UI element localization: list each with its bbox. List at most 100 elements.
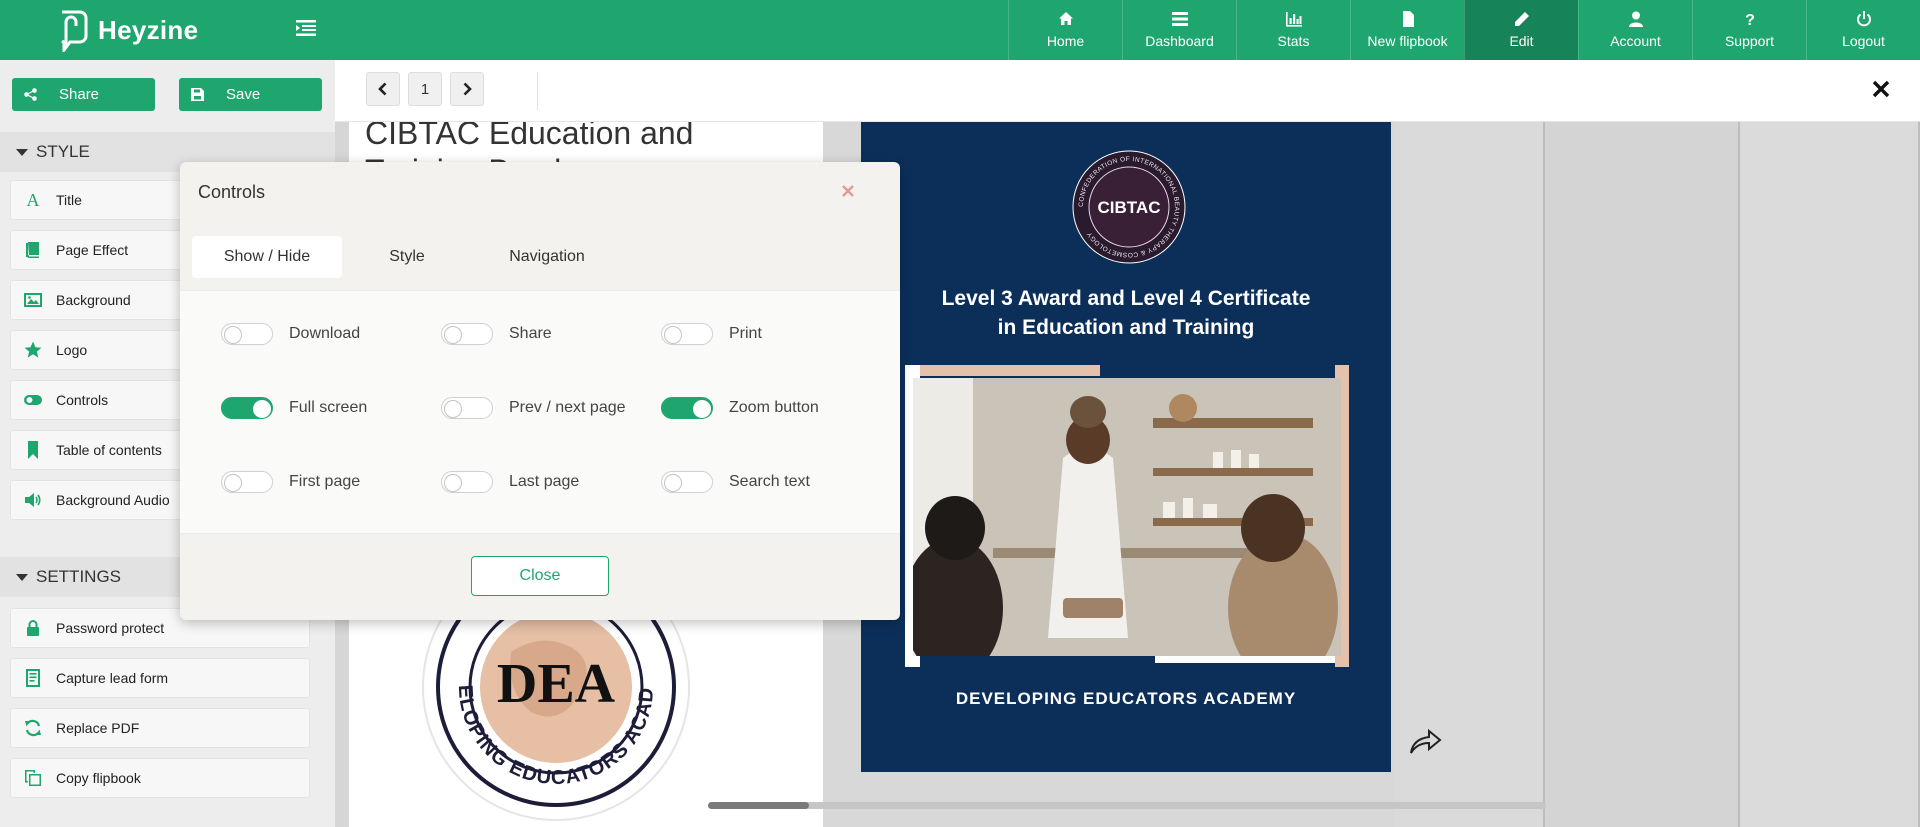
next-page-button[interactable] bbox=[450, 72, 484, 106]
toggle-switch[interactable] bbox=[661, 397, 713, 419]
nav-support[interactable]: ? Support bbox=[1692, 0, 1806, 60]
option-download[interactable]: Download bbox=[221, 323, 360, 345]
save-icon bbox=[191, 88, 204, 101]
toggle-switch[interactable] bbox=[441, 323, 493, 345]
file-icon bbox=[1402, 11, 1414, 27]
toolbar-divider bbox=[537, 72, 538, 110]
cover-heading-line1: Level 3 Award and Level 4 Certificate bbox=[941, 287, 1311, 310]
brand-logo[interactable]: Heyzine bbox=[54, 8, 198, 52]
dashboard-icon bbox=[1171, 12, 1188, 26]
option-search-text[interactable]: Search text bbox=[661, 471, 810, 493]
prev-page-button[interactable] bbox=[366, 72, 400, 106]
toggle-switch[interactable] bbox=[661, 323, 713, 345]
cibtac-logo: CONFEDERATION OF INTERNATIONAL BEAUTY TH… bbox=[1072, 150, 1186, 264]
modal-title: Controls bbox=[198, 182, 266, 202]
sidebar-item-replace-pdf[interactable]: Replace PDF bbox=[10, 708, 310, 748]
sidebar-item-label: Background Audio bbox=[56, 492, 170, 508]
title-icon: A bbox=[27, 191, 40, 209]
sidebar-item-label: Capture lead form bbox=[56, 670, 169, 686]
nav-home[interactable]: Home bbox=[1008, 0, 1122, 60]
user-icon bbox=[1628, 11, 1643, 27]
question-icon: ? bbox=[1745, 12, 1755, 27]
lock-icon bbox=[27, 620, 39, 636]
close-icon[interactable] bbox=[841, 184, 855, 198]
nav-label: Account bbox=[1610, 33, 1661, 49]
nav-dashboard[interactable]: Dashboard bbox=[1122, 0, 1236, 60]
option-prev-next-page[interactable]: Prev / next page bbox=[441, 397, 626, 419]
page-title: CIBTAC Education and bbox=[365, 122, 694, 151]
modal-options: Download Share Print Full screen Prev / … bbox=[180, 290, 900, 534]
horizontal-scrollbar[interactable] bbox=[708, 802, 1546, 809]
toggle-switch[interactable] bbox=[661, 471, 713, 493]
chevron-right-icon bbox=[463, 82, 472, 96]
toggle-switch[interactable] bbox=[221, 471, 273, 493]
save-button[interactable]: Save bbox=[179, 78, 322, 111]
option-label: Last page bbox=[509, 473, 580, 490]
tab-show-hide[interactable]: Show / Hide bbox=[192, 236, 342, 278]
section-title: STYLE bbox=[36, 142, 90, 161]
wood-plank bbox=[1545, 122, 1740, 827]
sidebar-item-label: Table of contents bbox=[56, 442, 162, 458]
svg-text:A: A bbox=[27, 191, 40, 209]
save-label: Save bbox=[226, 86, 261, 103]
sidebar-item-label: Logo bbox=[56, 342, 88, 358]
main-nav: Home Dashboard Stats New flipbook Edit A… bbox=[1008, 0, 1920, 60]
pencil-icon bbox=[1514, 12, 1529, 26]
nav-new-flipbook[interactable]: New flipbook bbox=[1350, 0, 1464, 60]
sidebar-item-label: Password protect bbox=[56, 620, 165, 636]
wood-plank bbox=[1740, 122, 1920, 827]
sidebar-item-copy-flipbook[interactable]: Copy flipbook bbox=[10, 758, 310, 798]
power-icon bbox=[1856, 11, 1871, 27]
option-zoom-button[interactable]: Zoom button bbox=[661, 397, 819, 419]
settings-list: Password protect Capture lead form Repla… bbox=[10, 608, 310, 808]
nav-stats[interactable]: Stats bbox=[1236, 0, 1350, 60]
caret-down-icon bbox=[16, 148, 28, 156]
toggle-switch[interactable] bbox=[441, 471, 493, 493]
star-icon bbox=[24, 341, 42, 358]
close-button[interactable]: Close bbox=[471, 556, 609, 596]
nav-account[interactable]: Account bbox=[1578, 0, 1692, 60]
nav-logout[interactable]: Logout bbox=[1806, 0, 1920, 60]
tab-style[interactable]: Style bbox=[342, 236, 472, 278]
share-arrow-icon[interactable] bbox=[1407, 727, 1443, 757]
close-icon[interactable] bbox=[1870, 78, 1892, 100]
cover-heading-line2: in Education and Training bbox=[997, 316, 1255, 339]
section-title: SETTINGS bbox=[36, 567, 122, 586]
option-last-page[interactable]: Last page bbox=[441, 471, 579, 493]
image-icon bbox=[24, 293, 42, 307]
chevron-left-icon bbox=[378, 82, 387, 96]
option-label: Download bbox=[289, 325, 361, 342]
volume-icon bbox=[25, 493, 41, 507]
page-number-input[interactable]: 1 bbox=[408, 72, 442, 106]
toggle-switch[interactable] bbox=[441, 397, 493, 419]
sidebar-item-label: Controls bbox=[56, 392, 109, 408]
scrollbar-thumb[interactable] bbox=[708, 802, 809, 809]
book-icon bbox=[26, 242, 39, 258]
option-first-page[interactable]: First page bbox=[221, 471, 360, 493]
share-button[interactable]: Share bbox=[12, 78, 155, 111]
stats-icon bbox=[1285, 12, 1302, 27]
nav-label: Logout bbox=[1842, 33, 1885, 49]
sidebar-item-capture-lead-form[interactable]: Capture lead form bbox=[10, 658, 310, 698]
option-label: Full screen bbox=[289, 399, 368, 416]
tab-navigation[interactable]: Navigation bbox=[472, 236, 622, 278]
toggle-switch[interactable] bbox=[221, 397, 273, 419]
nav-edit[interactable]: Edit bbox=[1464, 0, 1578, 60]
option-label: Prev / next page bbox=[509, 399, 626, 416]
option-label: First page bbox=[289, 473, 361, 490]
share-icon bbox=[24, 88, 37, 101]
toggle-switch[interactable] bbox=[221, 323, 273, 345]
sidebar-item-label: Copy flipbook bbox=[56, 770, 141, 786]
menu-toggle-icon[interactable] bbox=[296, 19, 316, 37]
svg-text:?: ? bbox=[1745, 12, 1755, 27]
option-share[interactable]: Share bbox=[441, 323, 552, 345]
page-toolbar: 1 bbox=[335, 60, 1920, 122]
home-icon bbox=[1058, 12, 1073, 25]
bookmark-icon bbox=[28, 441, 38, 459]
option-label: Share bbox=[509, 325, 552, 342]
nav-label: Stats bbox=[1277, 33, 1310, 49]
nav-label: Support bbox=[1724, 33, 1775, 49]
option-print[interactable]: Print bbox=[661, 323, 762, 345]
flipbook-right-page[interactable]: CONFEDERATION OF INTERNATIONAL BEAUTY TH… bbox=[861, 122, 1391, 772]
option-full-screen[interactable]: Full screen bbox=[221, 397, 367, 419]
